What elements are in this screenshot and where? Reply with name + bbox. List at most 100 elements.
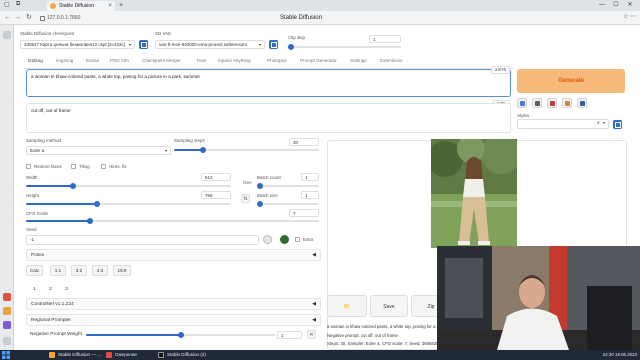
back-icon[interactable]: ← [4, 14, 11, 22]
open-folder-button[interactable]: 📁 [327, 295, 367, 317]
batch-count-slider[interactable] [257, 183, 319, 189]
height-slider[interactable] [26, 201, 231, 207]
tab-close-icon[interactable]: × [108, 1, 112, 11]
browser-actions[interactable]: ☆ ⋯ [623, 13, 636, 20]
swap-dimensions-button[interactable]: ⇅ [241, 194, 250, 203]
maximize-icon[interactable]: ☐ [610, 0, 622, 10]
tiling-checkbox[interactable] [71, 164, 76, 169]
apply-style-button[interactable] [562, 98, 572, 108]
sampling-steps-knob[interactable] [200, 147, 206, 153]
info-icon[interactable] [40, 16, 45, 21]
minimize-icon[interactable]: — [596, 0, 608, 10]
url-field[interactable]: 127.0.0.1:7860 [40, 14, 116, 23]
sidebar-add-icon[interactable] [3, 337, 11, 345]
ratio-4-3-button[interactable]: 4:3 [92, 265, 108, 276]
regional-prompter-section[interactable]: Regional Prompter ◀ [26, 314, 321, 326]
checkpoint-dropdown[interactable]: 230527 Карта цельна безмолвия12.ckpt [2c… [20, 40, 135, 49]
restore-faces-checkbox[interactable] [26, 164, 31, 169]
reset-weight-button[interactable]: ✕ [307, 330, 316, 339]
tab-checkpoint-merger[interactable]: Checkpoint Merger [142, 58, 181, 63]
tab-inpaint-anything[interactable]: Inpaint Anything [218, 58, 251, 63]
taskbar-item-label: Stable Diffusion (2) [167, 352, 206, 357]
negative-prompt-textarea[interactable]: cut off, out of frame [26, 103, 511, 133]
batch-size-knob[interactable] [257, 201, 263, 207]
seed-input[interactable]: -1 [26, 235, 259, 245]
sampling-steps-slider[interactable] [174, 147, 319, 153]
save-style-button[interactable] [577, 98, 587, 108]
neg-weight-input[interactable]: 1 [277, 331, 302, 339]
recycle-icon[interactable] [280, 235, 289, 244]
width-input[interactable]: 512 [201, 173, 231, 181]
dice-icon[interactable] [263, 235, 272, 244]
clear-icon[interactable]: ✕ [597, 120, 600, 125]
sidebar-shopping-icon[interactable] [3, 293, 11, 301]
neg-weight-knob[interactable] [178, 332, 184, 338]
cfg-scale-slider[interactable] [26, 218, 319, 224]
ratio-3-2-button[interactable]: 3:2 [71, 265, 87, 276]
new-tab-button[interactable]: + [119, 0, 123, 11]
tab-prompt-generator[interactable]: Prompt Generator [300, 58, 337, 63]
vae-dropdown[interactable]: vae-ft-mse-840000-ema-pruned.safetensors… [155, 40, 265, 49]
neg-weight-slider[interactable] [86, 332, 276, 338]
taskbar-item-player[interactable]: Ожерелие [105, 351, 137, 359]
tab-train[interactable]: Train [196, 58, 206, 63]
width-slider[interactable] [26, 183, 231, 189]
width-knob[interactable] [70, 183, 76, 189]
clear-prompt-button[interactable] [532, 98, 542, 108]
tab-img2img[interactable]: img2img [56, 58, 73, 63]
save-button[interactable]: Save [370, 295, 408, 317]
batch-size-input[interactable]: 1 [301, 191, 319, 199]
controlnet-section[interactable]: ControlNet v1.1.224 ◀ [26, 298, 321, 310]
page-2-button[interactable]: 2 [46, 284, 55, 295]
batch-size-slider[interactable] [257, 201, 319, 207]
tab-list-icon[interactable]: ⧉ [16, 1, 20, 8]
hires-fix-checkbox[interactable] [101, 164, 106, 169]
extra-networks-button[interactable] [547, 98, 557, 108]
reload-icon[interactable]: ↻ [26, 14, 32, 22]
extra-seed-checkbox[interactable] [295, 237, 300, 242]
ratio-1-1-button[interactable]: 1:1 [50, 265, 66, 276]
prompt-textarea[interactable]: a woman in khaw-colored pants, a white t… [26, 69, 511, 97]
generated-image[interactable] [431, 139, 517, 248]
clip-skip-input[interactable]: 1 [369, 35, 401, 43]
height-input[interactable]: 768 [201, 191, 231, 199]
close-window-icon[interactable]: ✕ [624, 0, 636, 10]
tab-txt2img[interactable]: txt2img [28, 58, 43, 63]
sampling-method-dropdown[interactable]: Euler a ▾ [26, 146, 171, 155]
browser-menu-icon[interactable]: ▢ [4, 1, 10, 8]
batch-count-input[interactable]: 1 [301, 173, 319, 181]
taskbar-item-browser[interactable]: Stable Diffusion — ... [48, 351, 101, 359]
read-params-button[interactable] [517, 98, 527, 108]
collapse-arrow-icon: ◀ [312, 301, 316, 307]
start-icon[interactable] [2, 351, 10, 359]
tab-settings[interactable]: Settings [350, 58, 367, 63]
sampling-steps-input[interactable]: 30 [289, 138, 319, 146]
sidebar-search-icon[interactable] [3, 31, 11, 39]
ratio-calc-button[interactable]: Calc [26, 265, 43, 276]
batch-count-knob[interactable] [257, 183, 263, 189]
taskbar-clock[interactable]: 22:30 18.06.2023 [603, 351, 637, 359]
sidebar-tools-icon[interactable] [3, 307, 11, 315]
page-3-button[interactable]: 3 [62, 284, 71, 295]
tab-extensions[interactable]: Extensions [380, 58, 402, 63]
generate-button[interactable]: Generate [517, 69, 625, 93]
ratio-16-9-button[interactable]: 16:9 [113, 265, 131, 276]
clip-skip-knob[interactable] [288, 44, 294, 50]
refresh-checkpoint-button[interactable] [139, 40, 148, 49]
tab-extras[interactable]: Extras [86, 58, 99, 63]
page-1-button[interactable]: 1 [30, 284, 39, 295]
cfg-scale-input[interactable]: 7 [289, 209, 319, 217]
height-knob[interactable] [94, 201, 100, 207]
refresh-styles-button[interactable] [613, 120, 622, 129]
styles-dropdown[interactable]: ✕ ▾ [517, 119, 609, 129]
sidebar-games-icon[interactable] [3, 321, 11, 329]
posex-section[interactable]: Posex ◀ [26, 249, 321, 261]
browser-tab-active[interactable]: Stable Diffusion × [47, 1, 115, 11]
tab-png-info[interactable]: PNG Info [110, 58, 129, 63]
cfg-scale-knob[interactable] [87, 218, 93, 224]
refresh-vae-button[interactable] [269, 40, 278, 49]
tab-photopea[interactable]: Photopea [267, 58, 287, 63]
taskbar-item-obs[interactable]: Stable Diffusion (2) [157, 351, 206, 359]
forward-icon[interactable]: → [14, 14, 21, 22]
clip-skip-slider[interactable] [288, 44, 401, 50]
